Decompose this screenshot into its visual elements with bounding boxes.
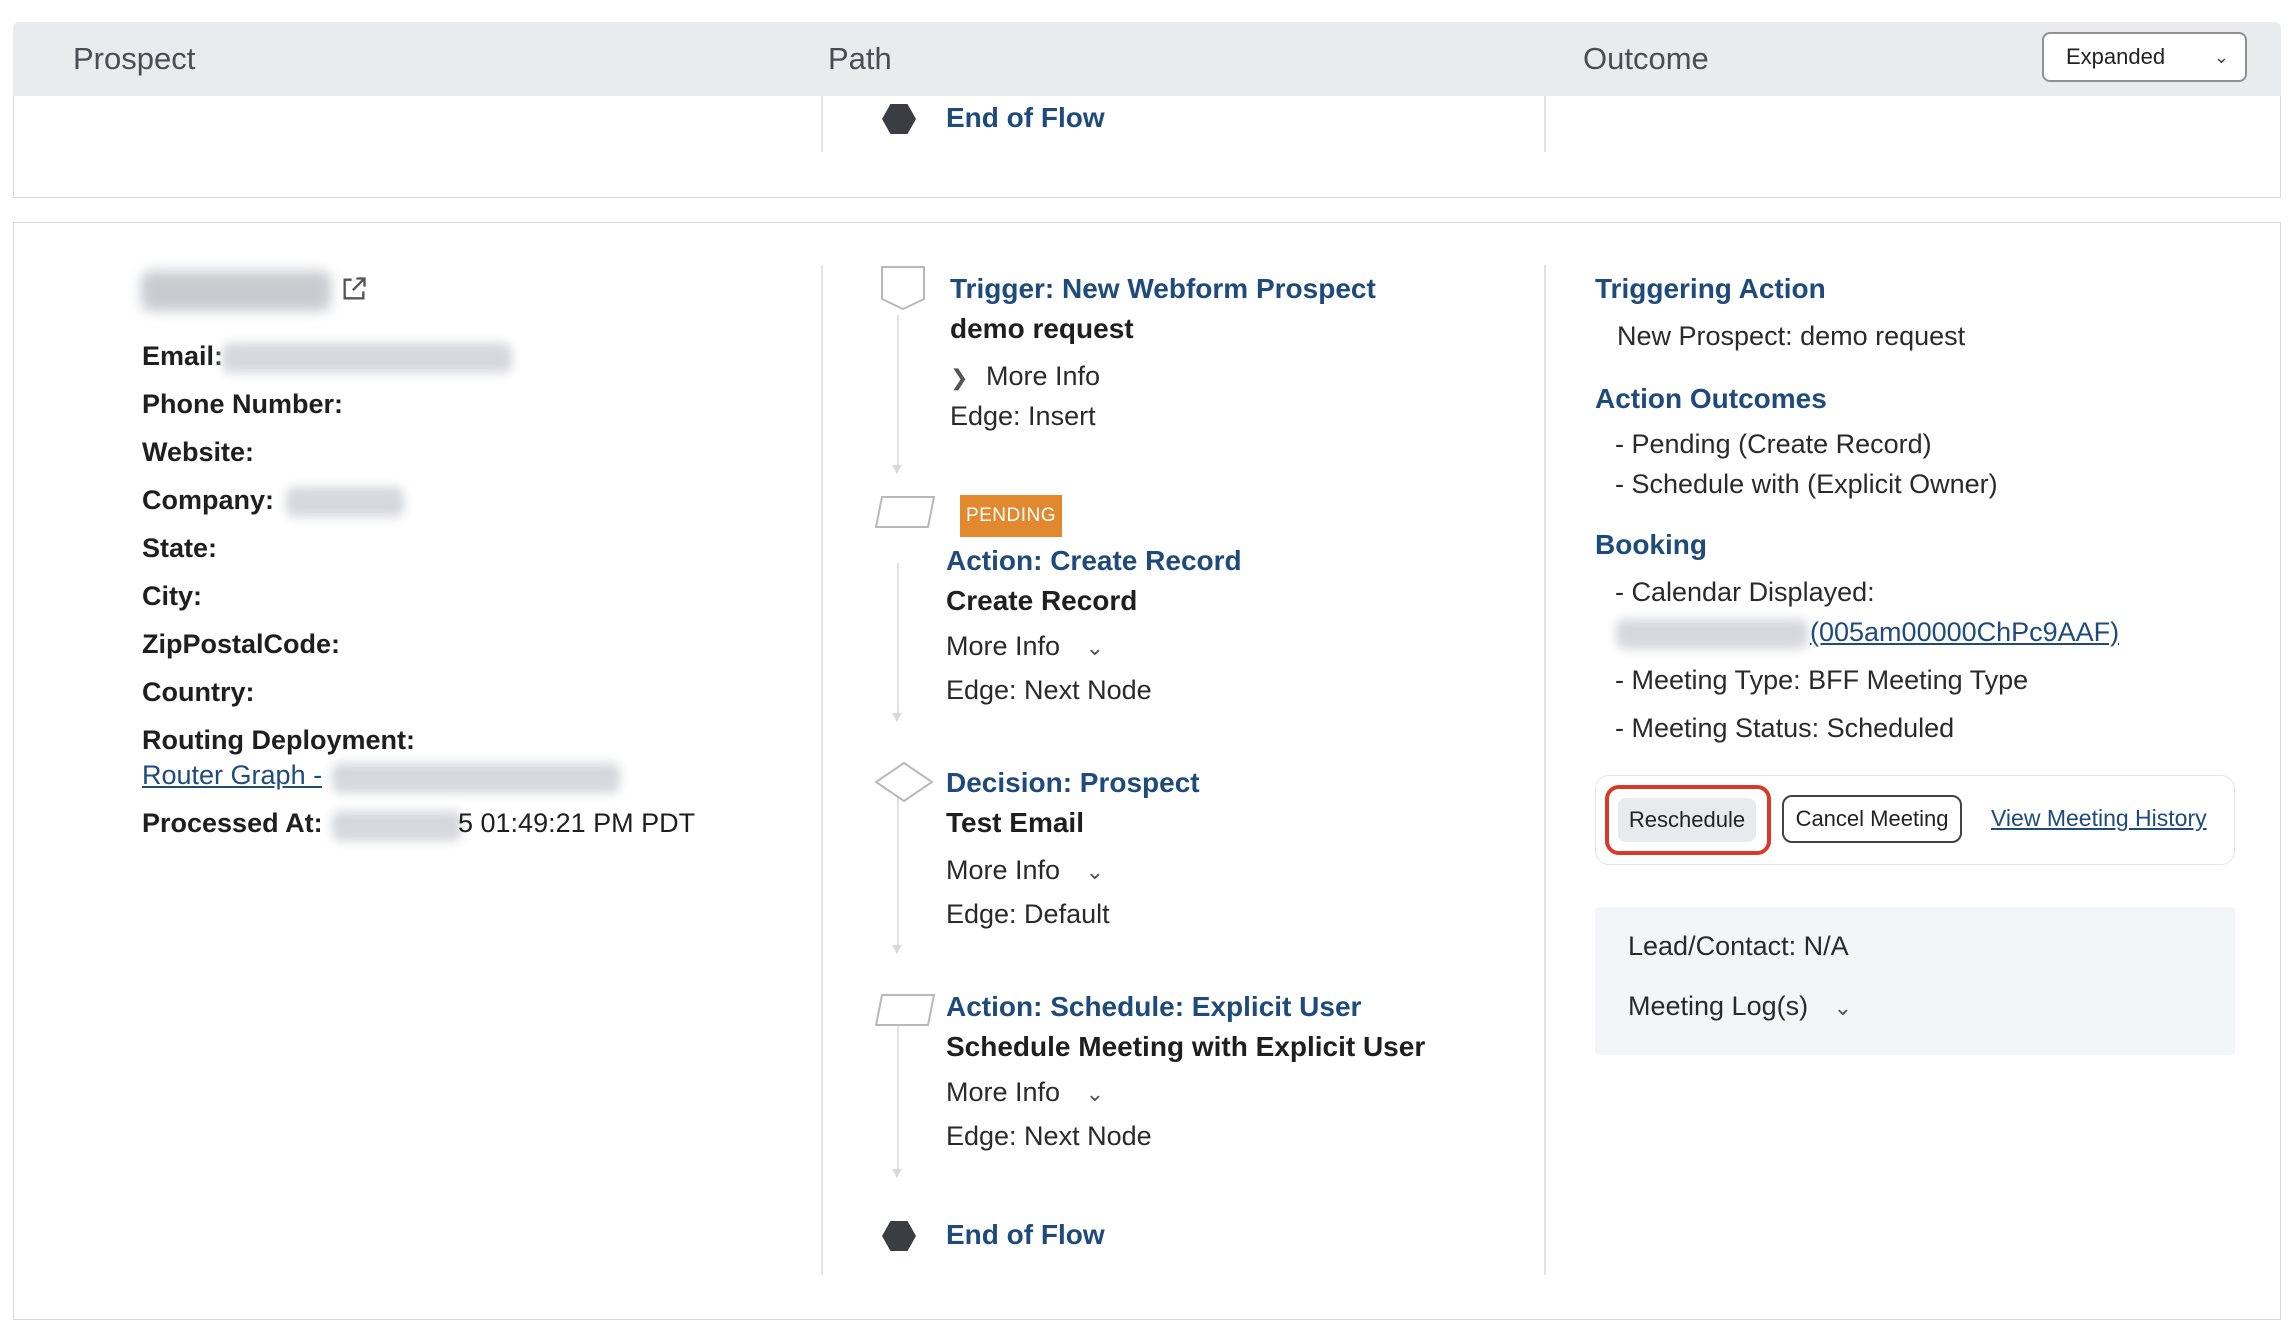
cancel-meeting-button[interactable]: Cancel Meeting [1782, 795, 1962, 843]
field-website-label: Website: [142, 437, 255, 467]
field-phone-label: Phone Number: [142, 389, 344, 419]
trigger-node-title[interactable]: Trigger: New Webform Prospect [950, 273, 1376, 305]
decision-node-subtitle: Test Email [946, 807, 1084, 838]
chevron-down-icon: ⌄ [1085, 859, 1105, 884]
action-outcomes-heading: Action Outcomes [1595, 383, 1827, 414]
chevron-down-icon: ⌄ [2213, 47, 2229, 67]
schedule-node-subtitle: Schedule Meeting with Explicit User [946, 1031, 1426, 1062]
field-processed-label: Processed At: [142, 808, 323, 838]
more-info-label: More Info [946, 1077, 1061, 1107]
create-record-node-subtitle: Create Record [946, 585, 1138, 616]
pending-status-badge: PENDING [960, 495, 1062, 537]
schedule-more-info-toggle[interactable]: More Info ⌄ [946, 1077, 1104, 1108]
end-of-flow-icon [882, 1221, 916, 1251]
field-zip-label: ZipPostalCode: [142, 629, 341, 659]
table-header: Prospect Path Outcome Expanded ⌄ [13, 22, 2281, 96]
calendar-owner-redacted [1616, 619, 1808, 649]
email-value-redacted [222, 343, 512, 373]
column-divider [1544, 96, 1546, 152]
create-record-more-info-toggle[interactable]: More Info ⌄ [946, 631, 1104, 662]
schedule-edge-label: Edge: Next Node [946, 1121, 1152, 1151]
triggering-action-heading: Triggering Action [1595, 273, 1826, 304]
end-of-flow-label: End of Flow [946, 1219, 1105, 1250]
meeting-type: - Meeting Type: BFF Meeting Type [1615, 665, 2029, 695]
create-record-edge-label: Edge: Next Node [946, 675, 1152, 705]
more-info-label: More Info [946, 855, 1061, 885]
trigger-more-info-toggle[interactable]: ❯ More Info [950, 361, 1100, 392]
decision-node-icon [874, 761, 934, 803]
more-info-label: More Info [985, 361, 1101, 391]
booking-heading: Booking [1595, 529, 1707, 560]
triggering-action-value: New Prospect: demo request [1617, 321, 1966, 351]
meeting-logs-label: Meeting Log(s) [1628, 991, 1809, 1021]
column-divider [1544, 265, 1546, 1275]
chevron-right-icon: ❯ [950, 365, 969, 390]
field-state-label: State: [142, 533, 218, 563]
path-connector [897, 795, 899, 945]
end-of-flow-label: End of Flow [946, 102, 1105, 133]
meeting-status: - Meeting Status: Scheduled [1615, 713, 1955, 743]
external-link-icon[interactable] [340, 275, 368, 303]
column-header-outcome: Outcome [1583, 41, 1709, 76]
path-connector [897, 315, 899, 465]
more-info-label: More Info [946, 631, 1061, 661]
view-mode-value: Expanded [2066, 44, 2166, 69]
meeting-logs-toggle[interactable]: Meeting Log(s) ⌄ [1628, 991, 1852, 1022]
field-city-label: City: [142, 581, 202, 611]
column-divider [821, 96, 823, 152]
view-mode-select[interactable]: Expanded ⌄ [2042, 32, 2247, 82]
arrow-down-icon: ▼ [889, 461, 905, 478]
prospect-name-redacted [141, 271, 331, 311]
field-company-label: Company: [142, 485, 275, 515]
chevron-down-icon: ⌄ [1833, 995, 1853, 1020]
processed-time: 5 01:49:21 PM PDT [458, 808, 696, 838]
view-meeting-history-link[interactable]: View Meeting History [1991, 805, 2207, 832]
column-header-prospect: Prospect [73, 41, 196, 76]
calendar-id-link[interactable]: (005am00000ChPc9AAF) [1810, 617, 2119, 648]
create-record-node-title[interactable]: Action: Create Record [946, 545, 1242, 577]
chevron-down-icon: ⌄ [1085, 635, 1105, 660]
trigger-node-icon [881, 266, 925, 311]
arrow-down-icon: ▼ [889, 1165, 905, 1182]
column-header-path: Path [828, 41, 892, 76]
router-graph-id-redacted [332, 763, 620, 793]
trigger-node-subtitle: demo request [950, 313, 1134, 344]
path-connector [897, 563, 899, 713]
reschedule-button[interactable]: Reschedule [1618, 798, 1756, 842]
routing-row: Email: Phone Number: Website: Company: S… [13, 222, 2281, 1320]
lead-contact: Lead/Contact: N/A [1628, 931, 1849, 961]
company-value-redacted [286, 487, 404, 517]
column-divider [821, 265, 823, 1275]
action-node-icon [874, 496, 936, 528]
field-routing-label: Routing Deployment: [142, 725, 415, 755]
arrow-down-icon: ▼ [889, 709, 905, 726]
schedule-node-icon [874, 994, 936, 1026]
path-connector [897, 1019, 899, 1169]
previous-row: End of Flow [13, 96, 2281, 198]
trigger-edge-label: Edge: Insert [950, 401, 1096, 431]
decision-more-info-toggle[interactable]: More Info ⌄ [946, 855, 1104, 886]
schedule-node-title[interactable]: Action: Schedule: Explicit User [946, 991, 1361, 1023]
decision-edge-label: Edge: Default [946, 899, 1110, 929]
processed-date-redacted [332, 811, 462, 841]
router-graph-link[interactable]: Router Graph - [142, 760, 322, 791]
chevron-down-icon: ⌄ [1085, 1081, 1105, 1106]
action-outcome-item: - Schedule with (Explicit Owner) [1615, 469, 1998, 499]
action-outcome-item: - Pending (Create Record) [1615, 429, 1932, 459]
decision-node-title[interactable]: Decision: Prospect [946, 767, 1200, 799]
end-of-flow-icon [882, 104, 916, 134]
calendar-displayed-label: - Calendar Displayed: [1615, 577, 1875, 607]
field-email-label: Email: [142, 341, 224, 371]
arrow-down-icon: ▼ [889, 941, 905, 958]
field-country-label: Country: [142, 677, 255, 707]
meeting-log-panel [1595, 907, 2235, 1055]
